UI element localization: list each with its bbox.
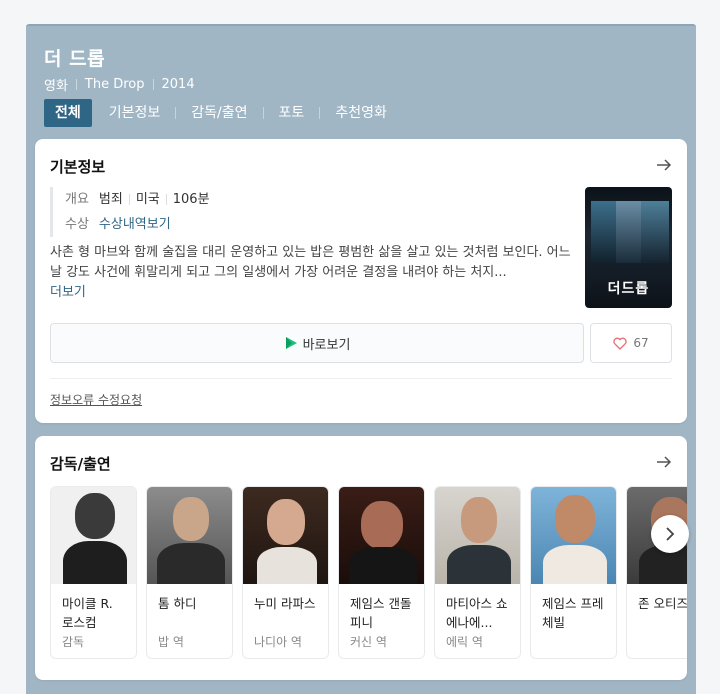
movie-poster[interactable]: 더드롭 xyxy=(585,187,672,308)
person-role: 밥 역 xyxy=(158,635,184,649)
cast-item[interactable]: 마이클 R. 로스컴 감독 xyxy=(50,486,137,659)
person-photo xyxy=(531,487,616,584)
poster-figure xyxy=(591,201,619,263)
heart-icon xyxy=(613,337,628,350)
cast-item[interactable]: 마티아스 쇼에나에... 에릭 역 xyxy=(434,486,521,659)
tab-director-cast[interactable]: 감독/출연 xyxy=(180,99,258,127)
poster-title: 더드롭 xyxy=(607,281,650,297)
cast-card: 감독/출연 마이클 R. 로스컴 감독 톰 하디 밥 역 누미 라파스 나디아 … xyxy=(35,436,687,680)
basic-info-title[interactable]: 기본정보 xyxy=(50,156,105,177)
award-label: 수상 xyxy=(65,216,89,232)
tab-bar: 전체 기본정보 감독/출연 포토 추천영화 xyxy=(44,99,398,127)
person-photo xyxy=(51,487,136,584)
synopsis: 사촌 형 마브와 함께 술집을 대리 운영하고 있는 밥은 평범한 삶을 살고 … xyxy=(50,243,572,303)
top-strip xyxy=(0,0,720,22)
cast-item[interactable]: 존 오티즈 xyxy=(626,486,687,659)
cast-item[interactable]: 제임스 갠돌피니 커신 역 xyxy=(338,486,425,659)
synopsis-text: 사촌 형 마브와 함께 술집을 대리 운영하고 있는 밥은 평범한 삶을 살고 … xyxy=(50,245,571,280)
award-row: 수상 수상내역보기 xyxy=(65,212,570,237)
person-name: 제임스 갠돌피니 xyxy=(350,596,412,630)
cast-item[interactable]: 누미 라파스 나디아 역 xyxy=(242,486,329,659)
watch-button[interactable]: 바로보기 xyxy=(50,323,584,363)
person-photo xyxy=(147,487,232,584)
card-divider xyxy=(50,378,672,379)
original-title: The Drop xyxy=(84,77,145,92)
basic-info-body: 개요 범죄 미국 106분 수상 수상내역보기 사촌 형 마브와 함께 술집을 … xyxy=(50,187,572,303)
cast-item[interactable]: 제임스 프레체빌 xyxy=(530,486,617,659)
chevron-right-icon xyxy=(666,527,675,541)
like-button[interactable]: 67 xyxy=(590,323,672,363)
tab-divider xyxy=(262,107,264,119)
tab-photo[interactable]: 포토 xyxy=(268,99,316,127)
year: 2014 xyxy=(161,77,195,92)
cast-item[interactable]: 톰 하디 밥 역 xyxy=(146,486,233,659)
person-role: 에릭 역 xyxy=(446,635,483,649)
next-button[interactable] xyxy=(651,515,689,553)
tab-recommended[interactable]: 추천영화 xyxy=(324,99,398,127)
info-lines: 개요 범죄 미국 106분 수상 수상내역보기 xyxy=(50,187,570,237)
person-name: 마이클 R. 로스컴 xyxy=(62,596,113,630)
movie-panel: 더 드롭 영화 The Drop 2014 전체 기본정보 감독/출연 포토 추… xyxy=(26,24,696,694)
tab-divider xyxy=(319,107,321,119)
report-link[interactable]: 정보오류 수정요청 xyxy=(50,391,142,408)
person-photo xyxy=(243,487,328,584)
person-name: 존 오티즈 xyxy=(638,596,687,611)
person-role: 커신 역 xyxy=(350,635,387,649)
overview-row: 개요 범죄 미국 106분 xyxy=(65,187,570,212)
person-role: 나디아 역 xyxy=(254,635,302,649)
person-photo xyxy=(435,487,520,584)
overview-label: 개요 xyxy=(65,191,89,207)
person-role: 감독 xyxy=(62,635,85,649)
person-name: 톰 하디 xyxy=(158,596,197,611)
overview-country: 미국 xyxy=(135,191,160,207)
person-name: 누미 라파스 xyxy=(254,596,316,611)
movie-title: 더 드롭 xyxy=(44,48,106,70)
meta-divider xyxy=(75,79,77,90)
movie-meta: 영화 The Drop 2014 xyxy=(44,75,195,94)
meta-divider xyxy=(152,79,154,90)
overview-divider xyxy=(128,194,130,205)
cast-title[interactable]: 감독/출연 xyxy=(50,453,111,474)
overview-runtime: 106분 xyxy=(172,191,210,207)
person-photo xyxy=(339,487,424,584)
overview-divider xyxy=(165,194,167,205)
tab-all[interactable]: 전체 xyxy=(44,99,92,127)
play-icon xyxy=(285,337,297,349)
overview-genre: 범죄 xyxy=(98,191,123,207)
tab-basic-info[interactable]: 기본정보 xyxy=(98,99,172,127)
poster-figure xyxy=(641,201,669,263)
person-name: 제임스 프레체빌 xyxy=(542,596,604,630)
like-count: 67 xyxy=(633,336,649,350)
poster-figure xyxy=(616,201,644,263)
basic-info-card: 기본정보 개요 범죄 미국 106분 수상 수상내역보기 사촌 형 마브와 함께… xyxy=(35,139,687,423)
genre: 영화 xyxy=(44,79,68,94)
watch-label: 바로보기 xyxy=(302,337,351,353)
tab-divider xyxy=(175,107,177,119)
award-link[interactable]: 수상내역보기 xyxy=(99,214,171,236)
cast-list: 마이클 R. 로스컴 감독 톰 하디 밥 역 누미 라파스 나디아 역 제임스 … xyxy=(50,486,687,659)
arrow-right-icon[interactable] xyxy=(655,453,673,471)
more-link[interactable]: 더보기 xyxy=(50,283,572,303)
person-name: 마티아스 쇼에나에... xyxy=(446,596,508,630)
arrow-right-icon[interactable] xyxy=(655,156,673,174)
